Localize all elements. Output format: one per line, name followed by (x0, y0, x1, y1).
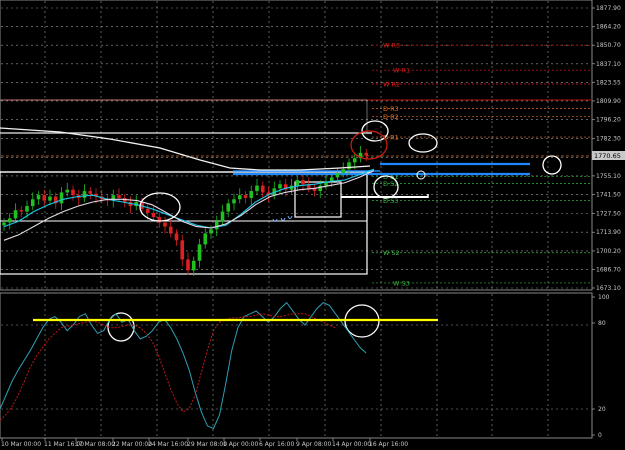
candle-body-bull (347, 162, 351, 170)
candle-body-bull (2, 222, 6, 226)
candle-body-bull (255, 185, 259, 192)
candle-body-bull (214, 221, 219, 230)
candle-body-bull (30, 199, 35, 207)
candle-body-bull (48, 196, 52, 201)
current-price-marker: 1770.65 (592, 151, 625, 160)
candle-body-bull (318, 185, 323, 192)
time-tick-label: 16 Apr 16:00 (369, 441, 408, 448)
candle-body-bull (226, 203, 231, 212)
price-tick-label: 1755.10 (596, 173, 621, 180)
candle-body-bear (157, 217, 162, 223)
price-tick-label: 1877.90 (596, 5, 621, 12)
candle-body-bear (88, 191, 93, 194)
price-tick-label: 1700.20 (596, 248, 621, 255)
candle-body-bull (7, 218, 12, 223)
candle-body-bear (151, 212, 156, 218)
pivot-label: W R1 (393, 67, 410, 75)
price-tick-label: 1809.90 (596, 98, 621, 105)
osc-tick-label: 0 (598, 432, 602, 439)
price-tick-label: 1727.50 (596, 211, 621, 218)
price-tick-label: 1741.50 (596, 191, 621, 198)
time-axis: 10 Mar 00:00 11 Mar 16:0017 Mar 08:0022 M… (1, 438, 408, 448)
osc-tick-label: 100 (598, 294, 610, 301)
price-tick-label: 1673.10 (596, 285, 621, 292)
trading-chart[interactable]: W R3W R1W R2D R3D R2D R1D S1D S2D S3W S2… (0, 0, 625, 450)
candle-body-bull (203, 233, 208, 245)
price-tick-label: 1823.55 (596, 79, 621, 86)
main-chart-panel[interactable] (0, 0, 593, 291)
candle-body-bear (163, 222, 167, 227)
candle-body-bear (42, 195, 47, 201)
price-tick-label: 1850.70 (596, 42, 621, 49)
candle-body-bear (117, 195, 121, 198)
osc-tick-label: 80 (598, 320, 606, 327)
candle-body-bull (191, 260, 196, 271)
pivot-label: W R3 (383, 42, 400, 50)
time-tick-label: 29 Mar 08:00 (187, 441, 227, 448)
time-tick-label: 14 Apr 00:00 (332, 441, 371, 448)
pivot-label: D R2 (383, 113, 399, 121)
candle-body-bull (295, 180, 300, 186)
candle-body-bull (237, 195, 242, 200)
candle-body-bear (186, 259, 190, 271)
candle-body-bull (25, 206, 29, 212)
time-tick-label: 17 Mar 08:00 (75, 441, 115, 448)
price-tick-label: 1686.70 (596, 266, 621, 273)
candle-body-bear (168, 226, 173, 234)
candle-body-bull (335, 173, 340, 178)
time-tick-label: 24 Mar 16:00 (148, 441, 188, 448)
pivot-label: W S2 (383, 249, 400, 257)
price-tick-label: 1782.30 (596, 136, 621, 143)
candle-body-bear (301, 180, 305, 185)
price-axis: 1877.90 1864.20 1850.70 1837.10 1823.55 1809.… (592, 5, 621, 292)
candle-body-bull (352, 158, 357, 163)
candle-body-bull (82, 191, 87, 198)
candle-body-bear (145, 208, 150, 213)
time-tick-label: 9 Apr 08:00 (296, 441, 331, 448)
candle-body-bear (19, 210, 24, 212)
price-tick-label: 1837.10 (596, 61, 621, 68)
candle-body-bull (249, 191, 254, 198)
pivot-label: W S3 (393, 279, 410, 287)
pivot-label: D R3 (383, 105, 399, 113)
price-tick-label: 1713.90 (596, 229, 621, 236)
candle-body-bear (260, 185, 265, 193)
candle-body-bear (174, 233, 179, 241)
current-price-label: 1770.65 (594, 152, 621, 160)
pivot-label: W R2 (383, 81, 400, 89)
candle-body-bull (13, 210, 18, 219)
candle-body-bull (341, 169, 346, 174)
candle-body-bull (220, 211, 225, 222)
candle-body-bull (65, 189, 70, 193)
candle-body-bear (243, 195, 248, 198)
price-tick-label: 1864.20 (596, 24, 621, 31)
candle-body-bull (209, 229, 213, 234)
candle-body-bull (278, 184, 282, 189)
price-tick-label: 1796.20 (596, 117, 621, 124)
time-tick-label: 22 Mar 00:00 (112, 441, 152, 448)
oscillator-axis: 100 80 20 0 (592, 294, 610, 439)
candle-body-bear (364, 152, 369, 156)
candle-body-bull (232, 199, 236, 204)
candle-body-bull (36, 195, 41, 200)
time-tick-label: 6 Apr 16:00 (259, 441, 294, 448)
candle-body-bull (59, 192, 64, 204)
candle-body-bear (180, 240, 185, 260)
time-tick-label: 1 Apr 00:00 (223, 441, 258, 448)
candle-body-bear (71, 189, 75, 196)
candle-body-bull (197, 244, 202, 261)
osc-tick-label: 20 (598, 406, 606, 413)
time-tick-label: 10 Mar 00:00 (1, 441, 41, 448)
